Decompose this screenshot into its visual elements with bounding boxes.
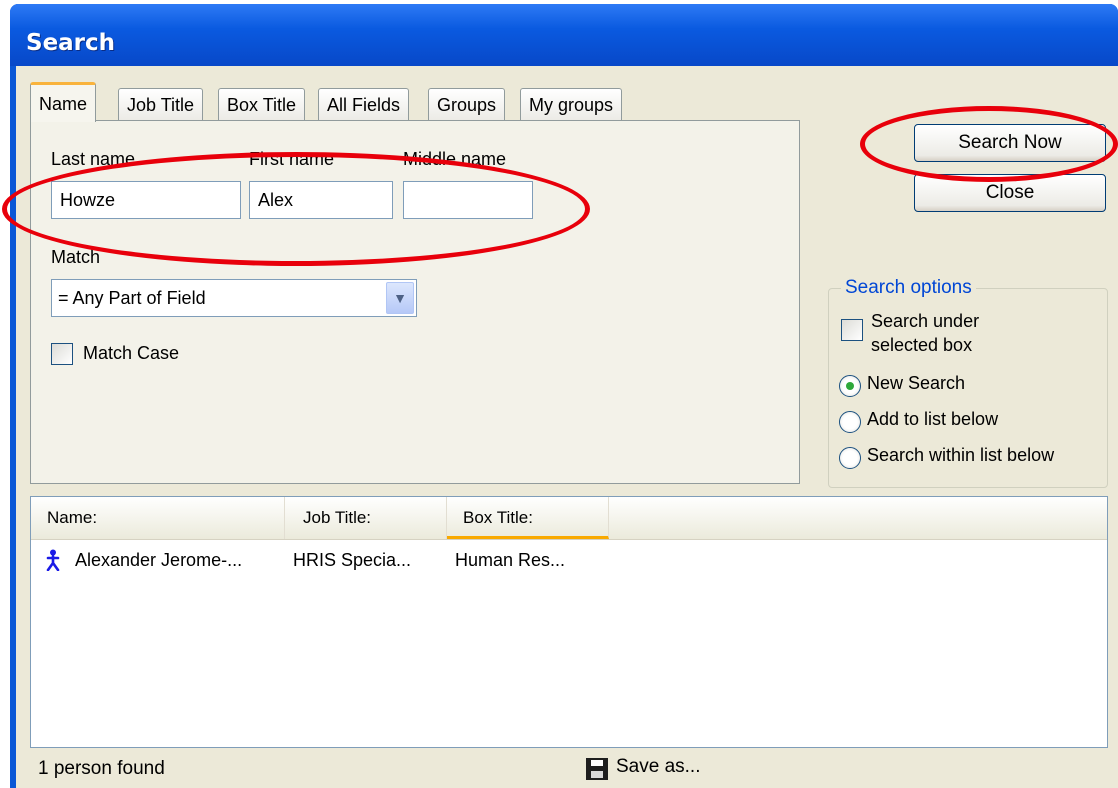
row-job-title-cell: HRIS Specia... [293, 550, 412, 570]
close-button[interactable]: Close [914, 174, 1106, 212]
first-name-input[interactable] [249, 181, 393, 219]
chevron-down-icon[interactable]: ▼ [386, 282, 414, 314]
tab-groups[interactable]: Groups [428, 88, 506, 120]
tab-all-fields[interactable]: All Fields [318, 88, 410, 120]
match-select[interactable]: = Any Part of Field ▼ [51, 279, 417, 317]
dialog-client-area: Name Job Title Box Title All Fields Grou… [16, 66, 1118, 788]
match-case-label: Match Case [83, 343, 180, 363]
results-list[interactable]: Name: Job Title: Box Title: Alexander Je… [30, 496, 1108, 748]
window-title: Search [26, 30, 116, 56]
search-under-box-label-line1: Search under [871, 311, 980, 331]
tab-box-title[interactable]: Box Title [218, 88, 306, 120]
status-bar: 1 person found Save as... [30, 752, 1108, 788]
floppy-disk-icon [586, 758, 608, 780]
save-as-label: Save as... [616, 756, 701, 777]
results-count-text: 1 person found [38, 758, 165, 779]
search-options-legend: Search options [841, 277, 976, 299]
middle-name-input[interactable] [403, 181, 533, 219]
search-within-list-label: Search within list below [867, 445, 1055, 465]
match-select-value: = Any Part of Field [58, 288, 206, 308]
column-header-box-title[interactable]: Box Title: [447, 497, 609, 539]
new-search-label: New Search [867, 373, 966, 393]
search-under-box-checkbox[interactable] [841, 319, 863, 341]
tab-my-groups[interactable]: My groups [520, 88, 623, 120]
add-to-list-label: Add to list below [867, 409, 999, 429]
match-label: Match [51, 247, 101, 267]
search-dialog: Search Name Job Title Box Title All Fiel… [10, 4, 1118, 788]
column-header-name[interactable]: Name: [31, 497, 285, 539]
results-list-header: Name: Job Title: Box Title: [31, 497, 1107, 540]
search-options-group: Search options Search under selected box… [828, 277, 1108, 488]
row-box-title-cell: Human Res... [455, 550, 566, 570]
match-case-checkbox[interactable] [51, 343, 73, 365]
search-within-list-radio[interactable] [839, 447, 861, 469]
add-to-list-radio[interactable] [839, 411, 861, 433]
search-now-button[interactable]: Search Now [914, 124, 1106, 162]
middle-name-label: Middle name [403, 149, 507, 169]
search-under-box-label-line2: selected box [871, 335, 973, 355]
last-name-input[interactable] [51, 181, 241, 219]
name-tab-panel: Last name First name Middle name Match =… [30, 120, 800, 484]
last-name-label: Last name [51, 149, 136, 169]
column-header-job-title[interactable]: Job Title: [285, 497, 447, 539]
table-row[interactable]: Alexander Jerome-... HRIS Specia... Huma… [31, 545, 1107, 575]
tab-name[interactable]: Name [30, 82, 97, 122]
tab-job-title[interactable]: Job Title [118, 88, 204, 120]
first-name-label: First name [249, 149, 335, 169]
search-under-box-label: Search under selected box [871, 309, 979, 357]
title-bar[interactable]: Search [10, 4, 1118, 66]
row-name-cell: Alexander Jerome-... [75, 550, 243, 570]
new-search-radio[interactable] [839, 375, 861, 397]
